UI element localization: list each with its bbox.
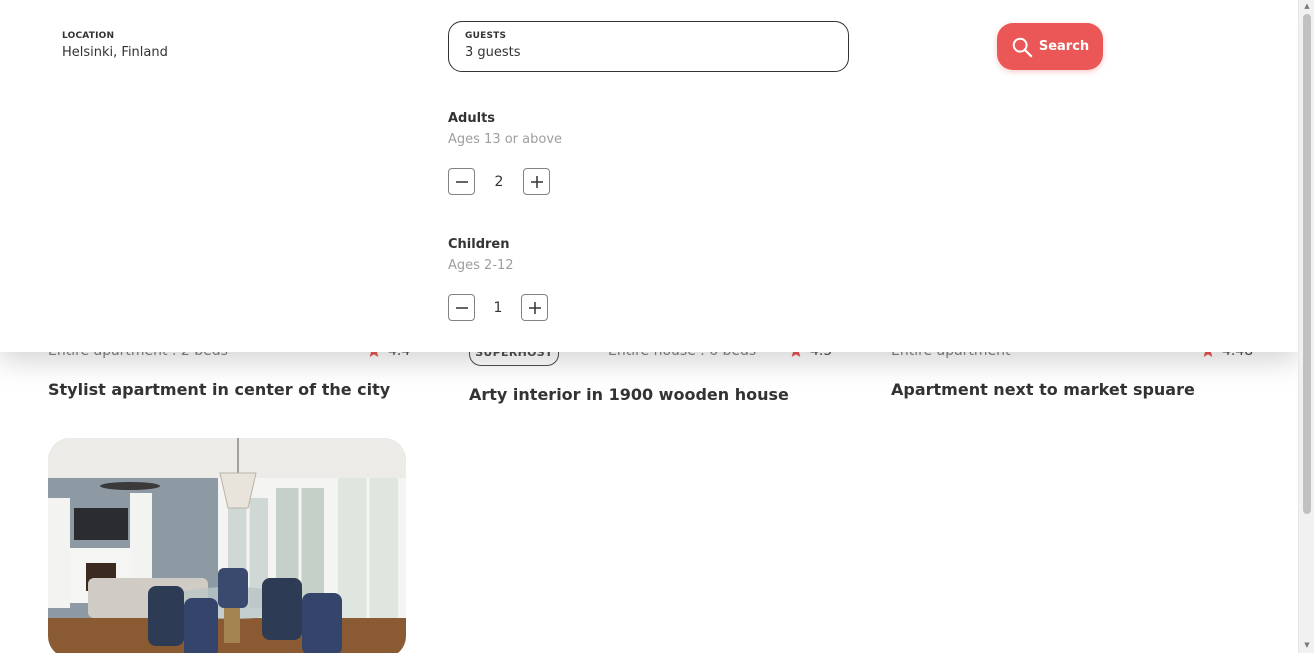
children-decrement-button[interactable] — [448, 294, 475, 321]
location-value: Helsinki, Finland — [62, 45, 168, 60]
guests-field[interactable]: GUESTS 3 guests — [448, 21, 849, 72]
adults-decrement-button[interactable] — [448, 168, 475, 195]
location-label: LOCATION — [62, 31, 115, 41]
adults-stepper: 2 — [448, 168, 550, 195]
minus-icon — [455, 180, 468, 183]
vertical-scrollbar[interactable]: ▲ ▼ — [1298, 0, 1314, 653]
children-group: Children Ages 2-12 — [448, 237, 514, 273]
children-increment-button[interactable] — [521, 294, 548, 321]
adults-count: 2 — [494, 173, 504, 190]
listing-title[interactable]: Apartment next to market spuare — [891, 380, 1195, 399]
children-subtitle: Ages 2-12 — [448, 258, 514, 273]
plus-icon — [530, 175, 543, 188]
children-title: Children — [448, 237, 510, 252]
location-field[interactable]: LOCATION Helsinki, Finland — [62, 31, 168, 60]
adults-subtitle: Ages 13 or above — [448, 132, 563, 147]
scroll-up-arrow-icon[interactable]: ▲ — [1303, 2, 1311, 10]
adults-group: Adults Ages 13 or above — [448, 111, 562, 147]
adults-title: Adults — [448, 111, 496, 126]
adults-increment-button[interactable] — [523, 168, 550, 195]
search-button[interactable]: Search — [997, 23, 1103, 70]
scroll-down-arrow-icon[interactable]: ▼ — [1303, 641, 1311, 649]
listing-title[interactable]: Arty interior in 1900 wooden house — [469, 385, 789, 404]
minus-icon — [455, 306, 468, 309]
plus-icon — [528, 301, 541, 314]
living-room-image — [48, 438, 406, 653]
search-button-label: Search — [1038, 39, 1090, 54]
children-count: 1 — [493, 299, 503, 316]
listing-title[interactable]: Stylist apartment in center of the city — [48, 380, 390, 399]
search-panel: LOCATION Helsinki, Finland GUESTS 3 gues… — [0, 0, 1298, 352]
listing-photo[interactable] — [48, 438, 406, 653]
guests-label: GUESTS — [465, 31, 507, 41]
children-stepper: 1 — [448, 294, 548, 321]
search-icon — [1012, 37, 1033, 57]
guests-value: 3 guests — [465, 45, 521, 60]
scrollbar-thumb[interactable] — [1303, 14, 1311, 514]
